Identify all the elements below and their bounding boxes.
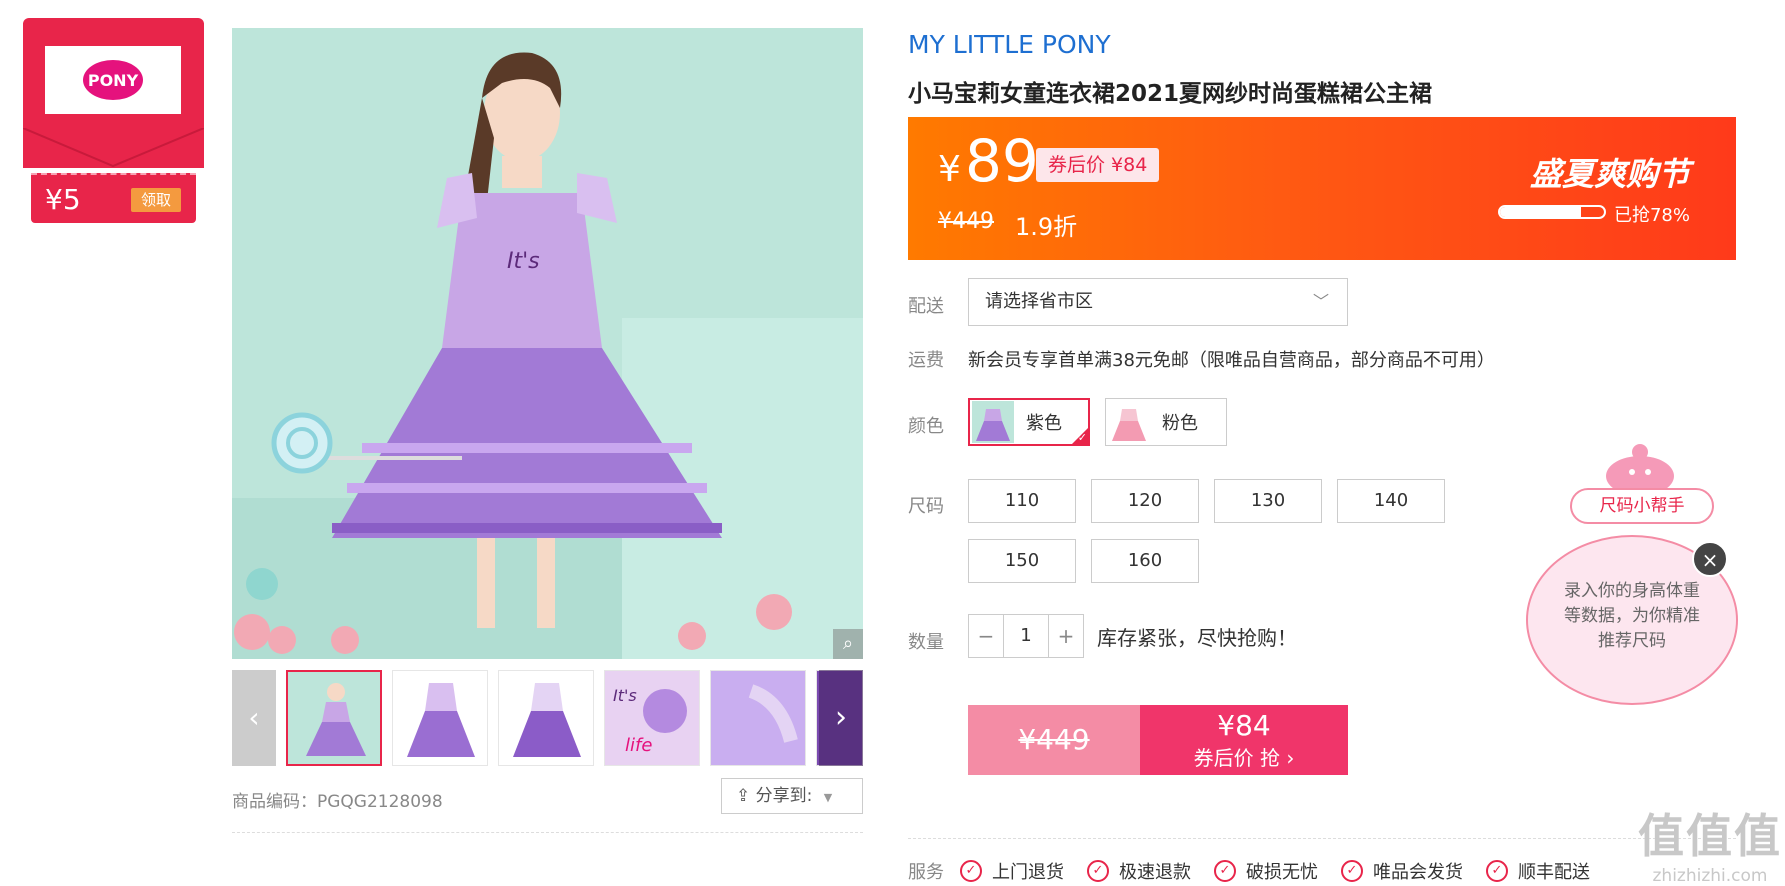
chevron-left-icon: ‹: [248, 701, 260, 734]
color-option-label: 紫色: [1026, 413, 1062, 434]
quantity-label: 数量: [908, 632, 944, 653]
coupon-amount: ¥5: [45, 183, 81, 216]
purple-dress-swatch: [972, 401, 1014, 443]
service-item[interactable]: ✓ 唯品会发货: [1341, 858, 1463, 884]
thumb-prev-button[interactable]: ‹: [232, 670, 276, 766]
sold-progress-bar: [1498, 205, 1606, 219]
watermark: 值值值 zhizhizhi.com: [1638, 800, 1782, 886]
thumbnail-5[interactable]: [710, 670, 806, 766]
quantity-input[interactable]: 1: [1003, 615, 1049, 657]
svg-text:PONY: PONY: [88, 71, 139, 90]
service-item[interactable]: ✓ 破损无忧: [1214, 858, 1318, 884]
service-item-label: 极速退款: [1119, 862, 1191, 883]
thumbnail-2[interactable]: [392, 670, 488, 766]
size-option-120[interactable]: 120: [1091, 479, 1199, 523]
buy-price: ¥84: [1217, 709, 1271, 742]
service-label: 服务: [908, 862, 944, 883]
buy-original-price[interactable]: ¥449: [968, 705, 1140, 775]
brand-name[interactable]: MY LITTLE PONY: [908, 30, 1111, 59]
region-select[interactable]: 请选择省市区 ﹀: [968, 278, 1348, 326]
color-option-pink[interactable]: 粉色: [1105, 398, 1227, 446]
pink-dress-swatch: [1108, 401, 1150, 443]
coupon-card[interactable]: PONY ¥5 领取: [23, 18, 204, 226]
after-coupon-price-badge: 券后价 ¥84: [1036, 148, 1160, 182]
thumb-next-button[interactable]: ›: [819, 670, 863, 766]
svg-text:It's: It's: [507, 249, 540, 274]
product-code: 商品编码：PGQG2128098: [232, 792, 443, 812]
chevron-down-icon: ﹀: [1312, 292, 1329, 311]
color-option-label: 粉色: [1162, 413, 1198, 434]
share-icon: ⇪: [736, 786, 751, 806]
shipping-label: 运费: [908, 350, 944, 371]
current-price: 89: [965, 127, 1039, 195]
svg-text:life: life: [625, 735, 652, 756]
service-item[interactable]: ✓ 上门退货: [960, 858, 1064, 884]
girl-in-purple-dress-photo: It's: [232, 28, 863, 659]
service-item-label: 破损无忧: [1246, 862, 1318, 883]
coupon-fold-decoration: [23, 128, 204, 168]
delivery-label: 配送: [908, 296, 944, 317]
share-button[interactable]: ⇪ 分享到: ▼: [721, 778, 863, 814]
svg-text:It's: It's: [613, 686, 637, 705]
quantity-stepper: − 1 +: [968, 614, 1084, 658]
thumbnail-strip: ‹ It's life ›: [232, 670, 863, 766]
magnifier-icon: ⌕: [842, 633, 854, 654]
thumbnail-4[interactable]: It's life: [604, 670, 700, 766]
size-option-160[interactable]: 160: [1091, 539, 1199, 583]
share-label: 分享到:: [755, 786, 813, 806]
shipping-text: 新会员专享首单满38元免邮（限唯品自营商品，部分商品不可用）: [968, 350, 1495, 371]
check-icon: ✓: [1077, 431, 1087, 444]
thumbnail-3[interactable]: [498, 670, 594, 766]
stock-warning: 库存紧张，尽快抢购！: [1097, 626, 1297, 650]
original-price: ¥449: [938, 209, 994, 234]
watermark-url: zhizhizhi.com: [1652, 866, 1768, 886]
size-helper-mascot-icon: [1606, 444, 1674, 490]
service-item-label: 唯品会发货: [1373, 862, 1463, 883]
close-icon[interactable]: ×: [1692, 541, 1728, 577]
decrement-button[interactable]: −: [969, 615, 1003, 657]
size-option-110[interactable]: 110: [968, 479, 1076, 523]
divider: [232, 832, 863, 833]
service-item-label: 顺丰配送: [1518, 862, 1590, 883]
claim-coupon-button[interactable]: 领取: [131, 188, 181, 212]
size-option-140[interactable]: 140: [1337, 479, 1445, 523]
color-option-purple[interactable]: 紫色 ✓: [968, 398, 1090, 446]
main-product-image[interactable]: It's ⌕: [232, 28, 863, 659]
increment-button[interactable]: +: [1049, 615, 1083, 657]
region-select-value: 请选择省市区: [985, 291, 1093, 312]
buy-now-button[interactable]: ¥84 券后价 抢 ›: [1140, 705, 1348, 775]
color-label: 颜色: [908, 416, 944, 437]
coupon-footer: ¥5 领取: [31, 173, 196, 223]
caret-down-icon: ▼: [823, 791, 833, 804]
service-item-label: 上门退货: [992, 862, 1064, 883]
price-banner: ¥ 89 券后价 ¥84 ¥449 1.9折 盛夏爽购节 已抢78%: [908, 117, 1736, 260]
brand-logo: PONY: [45, 46, 181, 114]
service-item[interactable]: ✓ 极速退款: [1087, 858, 1191, 884]
discount-rate: 1.9折: [1015, 213, 1078, 241]
check-circle-icon: ✓: [1214, 860, 1236, 882]
check-circle-icon: ✓: [960, 860, 982, 882]
watermark-text: 值值值: [1638, 809, 1782, 863]
sold-progress-fill: [1500, 207, 1582, 217]
check-circle-icon: ✓: [1341, 860, 1363, 882]
currency-symbol: ¥: [938, 149, 961, 190]
event-name: 盛夏爽购节: [1529, 155, 1690, 193]
check-circle-icon: ✓: [1486, 860, 1508, 882]
product-title: 小马宝莉女童连衣裙2021夏网纱时尚蛋糕裙公主裙: [908, 81, 1433, 107]
buy-label: 券后价 抢 ›: [1193, 746, 1295, 770]
zoom-button[interactable]: ⌕: [833, 629, 863, 659]
sold-percentage: 已抢78%: [1613, 205, 1690, 226]
chevron-right-icon: ›: [835, 700, 847, 735]
size-option-150[interactable]: 150: [968, 539, 1076, 583]
thumbnail-1[interactable]: [286, 670, 382, 766]
size-option-130[interactable]: 130: [1214, 479, 1322, 523]
check-circle-icon: ✓: [1087, 860, 1109, 882]
size-helper-button[interactable]: 尺码小帮手: [1570, 488, 1714, 524]
divider: [908, 838, 1736, 839]
size-label: 尺码: [908, 496, 944, 517]
service-item[interactable]: ✓ 顺丰配送: [1486, 858, 1590, 884]
